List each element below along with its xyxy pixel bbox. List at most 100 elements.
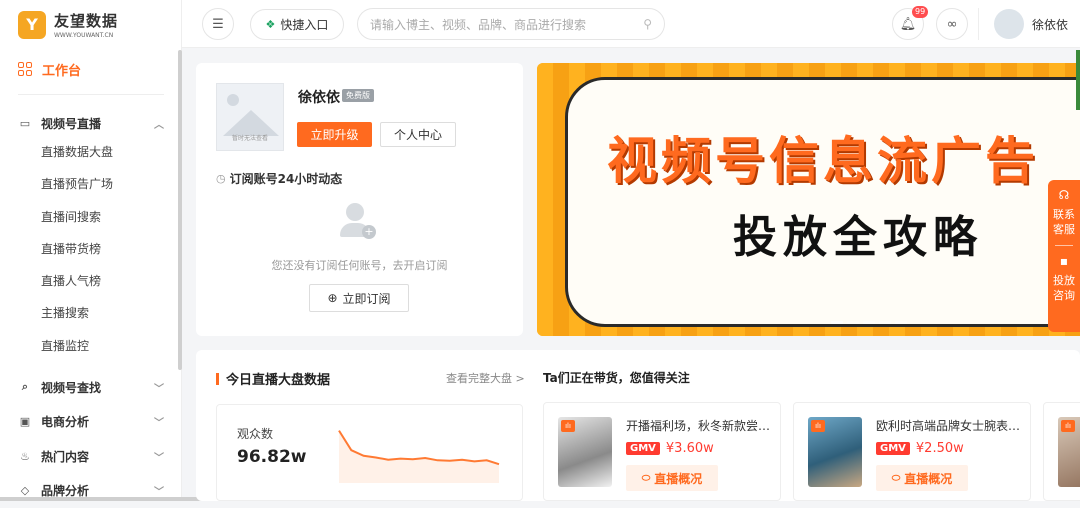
search-icon[interactable]: ⚲ (643, 17, 652, 31)
sidebar-group-label: 热门内容 (41, 449, 90, 464)
monitor-icon: ▣ (19, 415, 31, 429)
live-card[interactable]: ılı 欧利时高端品牌女士腕表专场 GMV ¥2.50w ⬭ 直播概况 (793, 402, 1031, 501)
live-icon: ▭ (19, 116, 31, 130)
subscribe-button[interactable]: ⊕ 立即订阅 (309, 284, 409, 312)
avatar[interactable] (994, 9, 1024, 39)
sidebar-item-sales-rank[interactable]: 直播带货榜 (18, 233, 164, 265)
collapse-menu-button[interactable]: ☰ (202, 8, 234, 40)
sidebar-group-live[interactable]: ▭ 视频号直播 ︿ (18, 110, 164, 136)
live-status-icon: ılı (1061, 420, 1075, 432)
tag-icon: ◇ (20, 484, 30, 498)
carousel-dots[interactable] (831, 321, 907, 324)
page-scrollbar[interactable] (1076, 50, 1080, 110)
banner-title: 视频号信息流广告 (607, 132, 1039, 190)
grid-icon (18, 62, 32, 76)
sidebar-item-live-monitor[interactable]: 直播监控 (18, 330, 164, 362)
sidebar-group-hot-content[interactable]: ♨ 热门内容 ﹀ (18, 439, 164, 474)
live-card[interactable]: ılı 开播福利场，秋冬新款尝鲜价 GMV ¥3.60w ⬭ 直播概况 (543, 402, 781, 501)
live-title: 欧利时高端品牌女士腕表专场 (876, 419, 1022, 433)
sidebar-group-label: 视频号直播 (41, 116, 102, 131)
profile-name: 徐依依 (298, 90, 340, 106)
subscribe-button-label: 立即订阅 (342, 291, 391, 306)
viewers-stat-card[interactable]: 观众数 96.82w (216, 404, 523, 501)
sidebar-group-label: 电商分析 (41, 415, 90, 430)
gmv-badge: GMV (626, 442, 660, 455)
live-status-icon: ılı (811, 420, 825, 432)
tag-icon: ⬭ (891, 472, 901, 484)
view-full-dashboard-link[interactable]: 查看完整大盘 > (446, 370, 525, 386)
carousel-dot[interactable] (831, 321, 843, 324)
clock-icon: ◷ (216, 172, 226, 185)
contact-service-label: 联系客服 (1053, 208, 1075, 236)
carousel-dot[interactable] (879, 321, 891, 324)
promo-banner[interactable]: 视频号信息流广告 投放全攻略 (537, 63, 1080, 336)
divider (18, 94, 164, 95)
search-list-icon: ⌕ (21, 380, 29, 394)
live-overview-button[interactable]: ⬭ 直播概况 (876, 465, 968, 491)
live-thumbnail: ılı (808, 417, 862, 487)
plus-circle-icon: ⊕ (327, 291, 338, 305)
gmv-value: ¥2.50w (915, 441, 964, 456)
sidebar-group-ecommerce[interactable]: ▣ 电商分析 ﹀ (18, 405, 164, 440)
live-thumbnail: ılı (1058, 417, 1080, 487)
sidebar-item-live-dashboard[interactable]: 直播数据大盘 (18, 136, 164, 168)
empty-state-text: 您还没有订阅任何账号，去开启订阅 (271, 259, 448, 272)
upgrade-button[interactable]: 立即升级 (297, 122, 372, 147)
ad-consult-button[interactable]: ▪ 投放咨询 (1048, 254, 1080, 303)
sidebar-item-workbench[interactable]: 工作台 (18, 58, 164, 80)
username[interactable]: 徐依依 (1032, 16, 1068, 33)
sidebar-item-live-preview[interactable]: 直播预告广场 (18, 168, 164, 200)
live-overview-label: 直播概况 (904, 471, 953, 486)
chevron-down-icon: ﹀ (154, 383, 164, 395)
carousel-dot[interactable] (847, 321, 859, 324)
carousel-dot[interactable] (895, 321, 907, 324)
quick-entry-button[interactable]: ❖ 快捷入口 (250, 9, 344, 40)
link-button[interactable]: ∞ (936, 8, 968, 40)
chat-icon: ▪ (1059, 254, 1069, 268)
search-placeholder: 请输入博主、视频、品牌、商品进行搜索 (370, 17, 587, 32)
gmv-row: GMV ¥3.60w (626, 441, 714, 456)
menu-fold-icon: ☰ (212, 16, 224, 32)
live-card-partial[interactable]: ılı (1043, 402, 1080, 501)
quick-entry-icon: ❖ (265, 18, 276, 31)
live-status-icon: ılı (561, 420, 575, 432)
sidebar-group-channel-search[interactable]: ⌕ 视频号查找 ﹀ (18, 370, 164, 405)
contact-service-button[interactable]: ☊ 联系客服 (1048, 188, 1080, 237)
live-overview-label: 直播概况 (654, 471, 703, 486)
live-thumbnail: ılı (558, 417, 612, 487)
notification-badge: 99 (912, 6, 929, 18)
stat-value: 96.82w (237, 447, 307, 467)
personal-center-button[interactable]: 个人中心 (380, 122, 456, 147)
live-title: 开播福利场，秋冬新款尝鲜价 (626, 419, 772, 433)
chevron-down-icon: ﹀ (154, 418, 164, 430)
recommend-title: Ta们正在带货，您值得关注 (543, 371, 690, 385)
viewers-sparkline (338, 430, 500, 483)
plan-badge: 免费版 (342, 89, 374, 102)
headset-icon: ☊ (1058, 188, 1070, 202)
sidebar: Y 友望数据 WWW.YOUWANT.CN 工作台 ▭ 视频号直播 ︿ 直播数据… (0, 0, 182, 501)
brand-name: 友望数据 (54, 12, 119, 30)
carousel-dot[interactable] (863, 321, 875, 324)
add-user-icon: + (338, 203, 378, 243)
chevron-down-icon: ﹀ (154, 452, 164, 464)
live-overview-button[interactable]: ⬭ 直播概况 (626, 465, 718, 491)
floating-service-panel: ☊ 联系客服 ▪ 投放咨询 (1048, 180, 1080, 332)
sidebar-item-popularity-rank[interactable]: 直播人气榜 (18, 265, 164, 297)
sidebar-item-live-search[interactable]: 直播间搜索 (18, 201, 164, 233)
sidebar-group-label: 视频号查找 (41, 380, 102, 395)
sidebar-item-label: 工作台 (42, 63, 82, 79)
tag-icon: ⬭ (641, 472, 651, 484)
divider (978, 8, 979, 40)
sidebar-scrollbar[interactable] (178, 50, 182, 370)
sidebar-item-anchor-search[interactable]: 主播搜索 (18, 297, 164, 329)
brand-logo[interactable]: Y 友望数据 WWW.YOUWANT.CN (18, 10, 118, 39)
banner-subtitle: 投放全攻略 (733, 212, 983, 263)
live-data-section: 今日直播大盘数据 查看完整大盘 > 观众数 96.82w Ta们正在带货，您值得… (196, 350, 1080, 501)
profile-card: 暂时无法查看 徐依依 免费版 立即升级 个人中心 ◷ 订阅账号24小时动态 + … (196, 63, 523, 336)
link-icon: ∞ (946, 16, 958, 32)
search-input[interactable]: 请输入博主、视频、品牌、商品进行搜索 ⚲ (357, 8, 665, 40)
brand-domain: WWW.YOUWANT.CN (54, 32, 114, 39)
quick-entry-label: 快捷入口 (280, 18, 329, 32)
sparkline-area (339, 430, 499, 483)
sidebar-group-brand[interactable]: ◇ 品牌分析 ﹀ (18, 474, 164, 508)
